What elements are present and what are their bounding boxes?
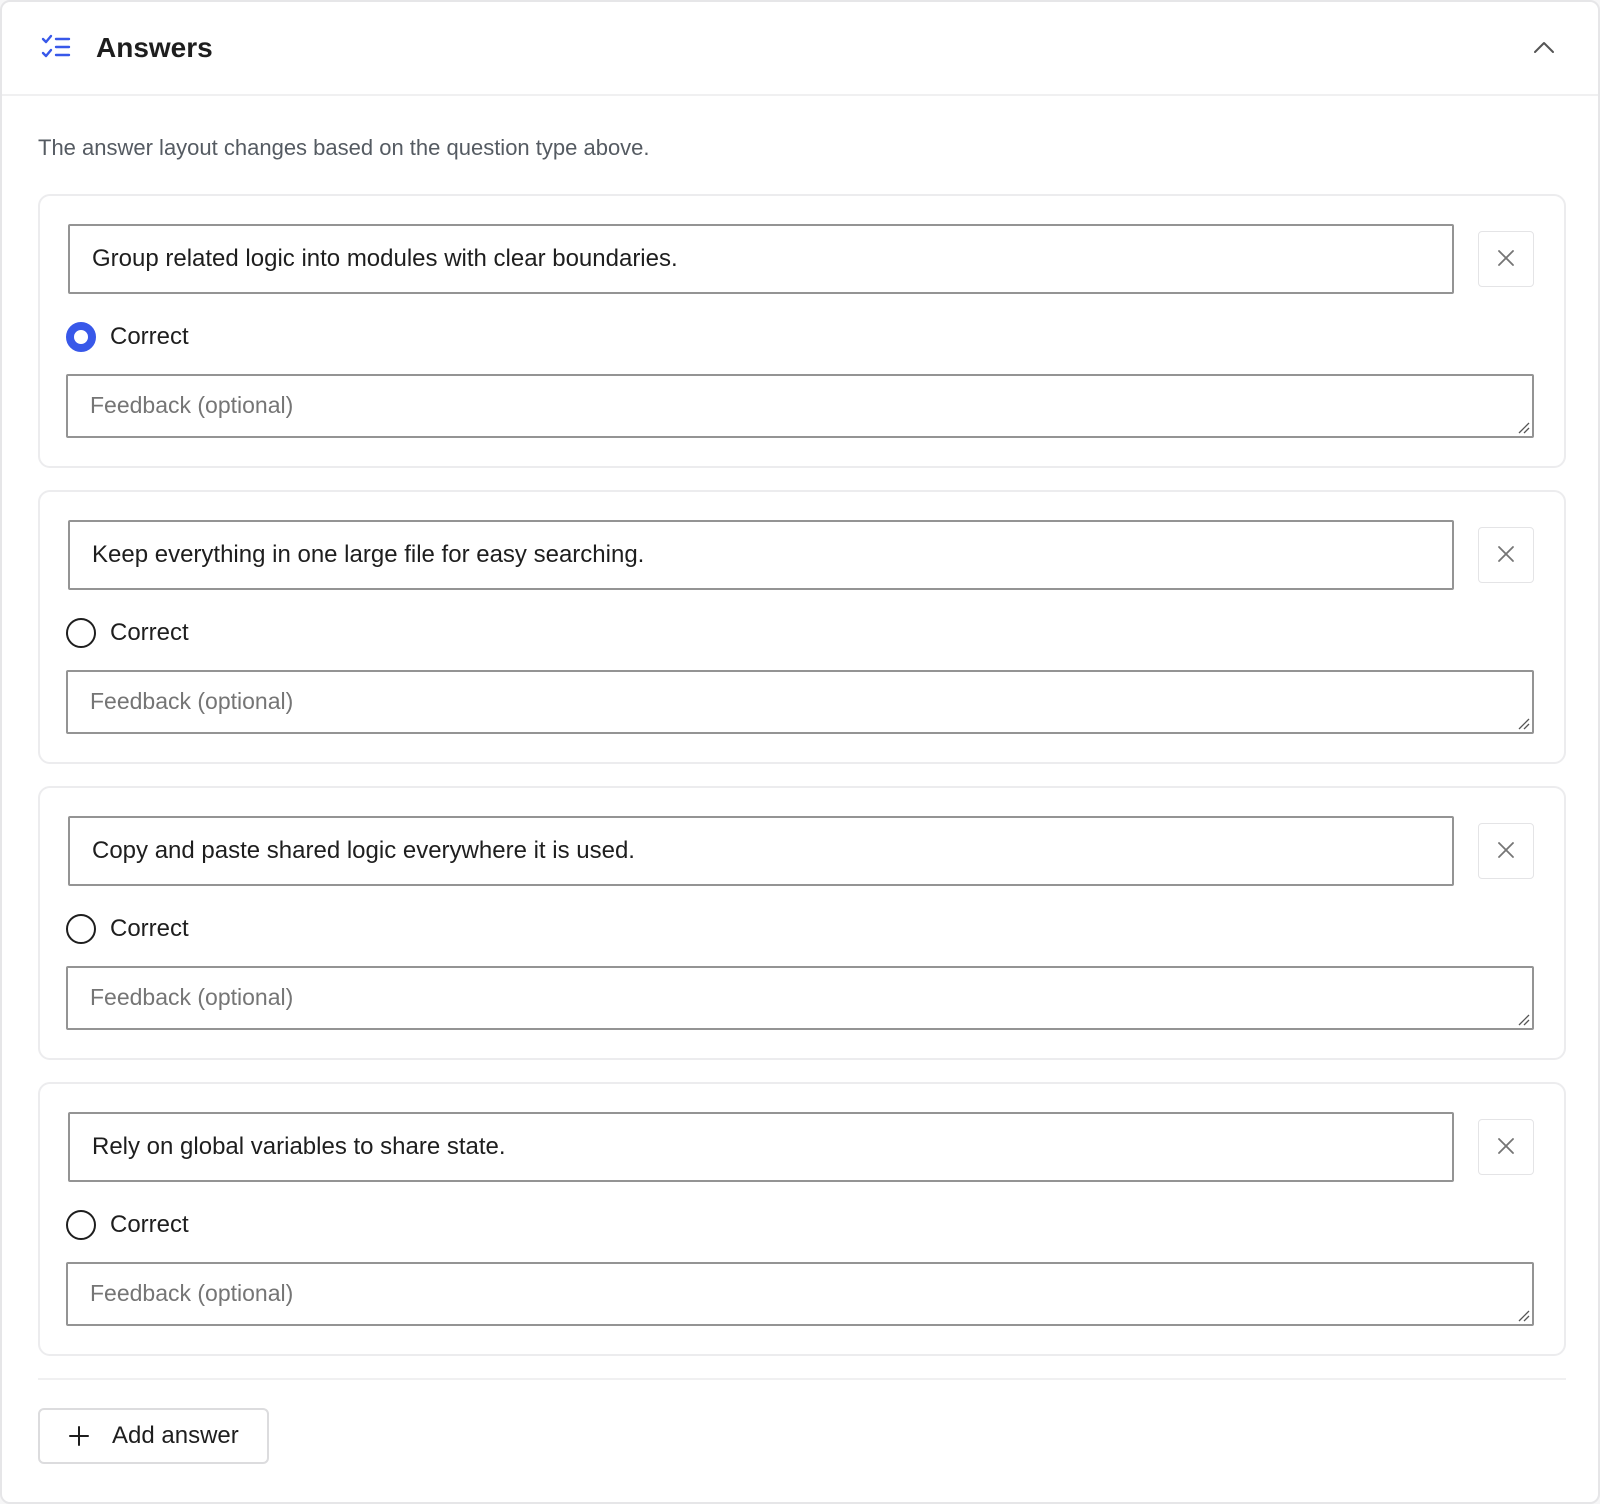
correct-option[interactable]: Correct bbox=[66, 322, 1536, 352]
close-icon bbox=[1497, 249, 1515, 270]
remove-answer-button[interactable] bbox=[1478, 823, 1534, 879]
chevron-up-icon bbox=[1533, 40, 1555, 57]
divider bbox=[38, 1378, 1566, 1380]
answer-card: Correct bbox=[38, 1082, 1566, 1356]
close-icon bbox=[1497, 841, 1515, 862]
feedback-wrap bbox=[66, 670, 1534, 734]
answer-text-input[interactable] bbox=[68, 520, 1454, 590]
feedback-wrap bbox=[66, 1262, 1534, 1326]
panel-title: Answers bbox=[96, 32, 213, 63]
correct-label: Correct bbox=[110, 1211, 189, 1238]
remove-answer-button[interactable] bbox=[1478, 231, 1534, 287]
close-icon bbox=[1497, 1137, 1515, 1158]
checklist-icon bbox=[40, 32, 72, 64]
correct-option[interactable]: Correct bbox=[66, 1210, 1536, 1240]
correct-radio[interactable] bbox=[66, 618, 96, 648]
answer-row bbox=[68, 520, 1536, 590]
answer-row bbox=[68, 224, 1536, 294]
answer-text-input[interactable] bbox=[68, 816, 1454, 886]
collapse-button[interactable] bbox=[1526, 30, 1562, 66]
panel-header: Answers bbox=[2, 2, 1598, 96]
feedback-field[interactable] bbox=[66, 670, 1534, 734]
answer-row bbox=[68, 1112, 1536, 1182]
answers-list: Correct bbox=[38, 194, 1566, 1356]
feedback-field[interactable] bbox=[66, 966, 1534, 1030]
correct-label: Correct bbox=[110, 915, 189, 942]
answer-text-input[interactable] bbox=[68, 224, 1454, 294]
add-answer-label: Add answer bbox=[112, 1422, 239, 1449]
feedback-field[interactable] bbox=[66, 1262, 1534, 1326]
add-answer-button[interactable]: Add answer bbox=[38, 1408, 269, 1464]
remove-answer-button[interactable] bbox=[1478, 1119, 1534, 1175]
correct-label: Correct bbox=[110, 323, 189, 350]
answers-panel: Answers The answer layout changes based … bbox=[0, 0, 1600, 1504]
resize-handle-icon[interactable] bbox=[1516, 716, 1530, 730]
resize-handle-icon[interactable] bbox=[1516, 1012, 1530, 1026]
feedback-wrap bbox=[66, 374, 1534, 438]
correct-radio[interactable] bbox=[66, 322, 96, 352]
answer-card: Correct bbox=[38, 786, 1566, 1060]
panel-body: The answer layout changes based on the q… bbox=[2, 96, 1598, 1464]
correct-option[interactable]: Correct bbox=[66, 914, 1536, 944]
correct-option[interactable]: Correct bbox=[66, 618, 1536, 648]
resize-handle-icon[interactable] bbox=[1516, 420, 1530, 434]
feedback-wrap bbox=[66, 966, 1534, 1030]
correct-label: Correct bbox=[110, 619, 189, 646]
answer-text-input[interactable] bbox=[68, 1112, 1454, 1182]
resize-handle-icon[interactable] bbox=[1516, 1308, 1530, 1322]
plus-icon bbox=[68, 1425, 90, 1447]
help-text: The answer layout changes based on the q… bbox=[38, 135, 650, 160]
answer-card: Correct bbox=[38, 490, 1566, 764]
answer-card: Correct bbox=[38, 194, 1566, 468]
correct-radio[interactable] bbox=[66, 914, 96, 944]
remove-answer-button[interactable] bbox=[1478, 527, 1534, 583]
correct-radio[interactable] bbox=[66, 1210, 96, 1240]
feedback-field[interactable] bbox=[66, 374, 1534, 438]
close-icon bbox=[1497, 545, 1515, 566]
answer-row bbox=[68, 816, 1536, 886]
